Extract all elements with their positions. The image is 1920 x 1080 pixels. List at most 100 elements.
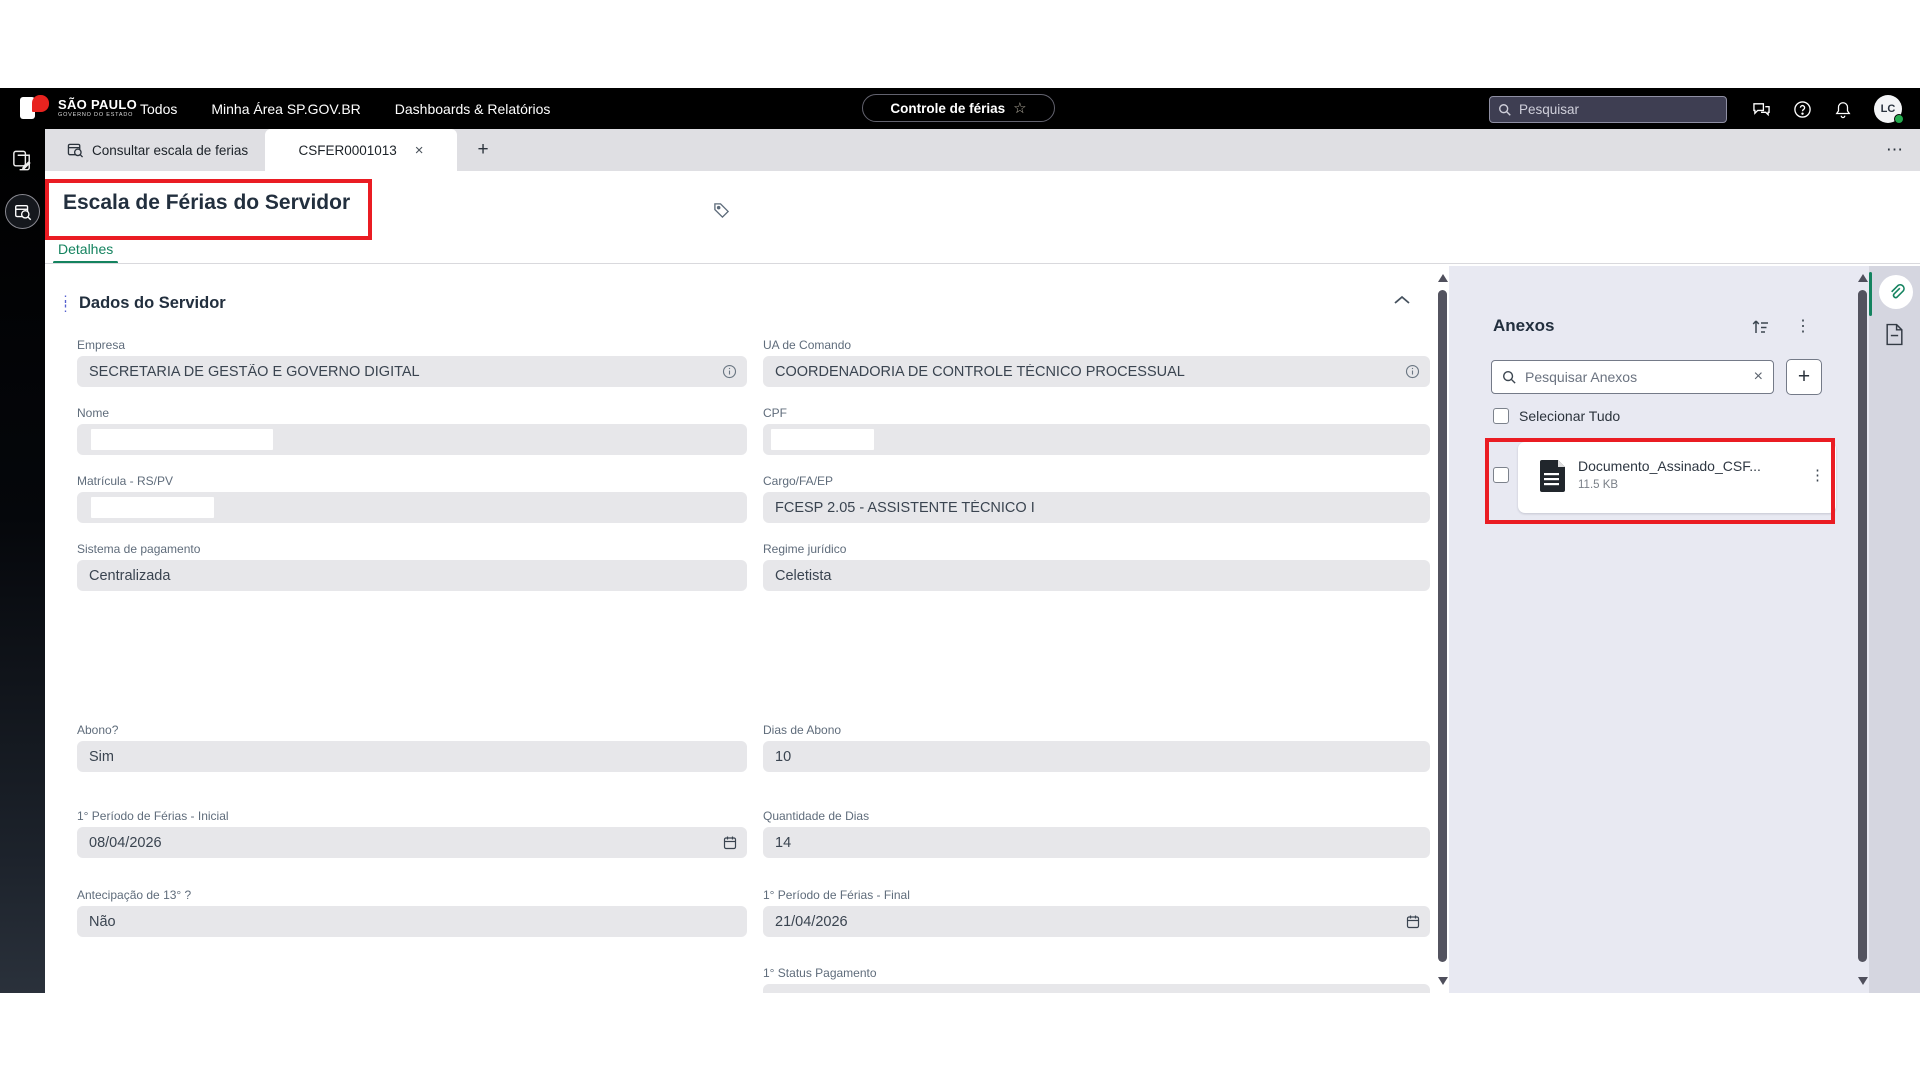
field-regime-juridico-input[interactable]: Celetista	[763, 560, 1430, 591]
field-cargo-input[interactable]: FCESP 2.05 - ASSISTENTE TÉCNICO I	[763, 492, 1430, 523]
field-label: Matrícula - RS/PV	[77, 474, 747, 488]
edit-documents-icon[interactable]	[10, 149, 35, 174]
field-dias-abono-input[interactable]: 10	[763, 741, 1430, 772]
field-quantidade-dias-input[interactable]: 14	[763, 827, 1430, 858]
clear-search-icon[interactable]: ×	[1754, 368, 1763, 386]
select-all-checkbox[interactable]	[1493, 408, 1509, 424]
calendar-icon[interactable]	[723, 835, 737, 850]
attachment-name: Documento_Assinado_CSF...	[1578, 458, 1784, 474]
field-nome-input[interactable]	[77, 424, 747, 455]
field-sistema-pagamento-input[interactable]: Centralizada	[77, 560, 747, 591]
field-label: 1° Período de Férias - Final	[763, 888, 1430, 902]
page-title: Escala de Férias do Servidor	[63, 191, 350, 215]
scroll-down-arrow[interactable]	[1438, 977, 1448, 985]
nav-item-dashboards[interactable]: Dashboards & Relatórios	[395, 101, 551, 117]
tag-icon[interactable]	[713, 202, 730, 219]
tab-label: CSFER0001013	[298, 143, 396, 158]
attachment-row-checkbox[interactable]	[1493, 467, 1509, 483]
active-panel-indicator	[1869, 272, 1872, 316]
field-label: 1° Status Pagamento	[763, 966, 1430, 980]
sort-icon[interactable]	[1751, 318, 1771, 336]
chat-icon[interactable]	[1749, 97, 1773, 121]
collapse-section-chevron-icon[interactable]	[1393, 294, 1411, 306]
attachments-scrollbar[interactable]	[1856, 266, 1869, 993]
top-header-bar: SÃO PAULO GOVERNO DO ESTADO Todos Minha …	[0, 88, 1920, 129]
field-label: Antecipação de 13° ?	[77, 888, 747, 902]
close-tab-icon[interactable]: ×	[415, 142, 424, 159]
scroll-down-arrow[interactable]	[1858, 977, 1868, 985]
attachments-paperclip-icon[interactable]	[1879, 275, 1913, 309]
help-icon[interactable]	[1790, 97, 1814, 121]
field-label: UA de Comando	[763, 338, 1430, 352]
field-abono-input[interactable]: Sim	[77, 741, 747, 772]
field-cpf-input[interactable]	[763, 424, 1430, 455]
section-drag-handle[interactable]: ⋮⋮	[59, 298, 65, 310]
scroll-up-arrow[interactable]	[1858, 274, 1868, 282]
sao-paulo-logo-icon	[20, 95, 50, 121]
field-nome: Nome	[77, 406, 747, 455]
field-cargo: Cargo/FA/EP FCESP 2.05 - ASSISTENTE TÉCN…	[763, 474, 1430, 523]
sao-paulo-logo[interactable]: SÃO PAULO GOVERNO DO ESTADO	[20, 95, 137, 121]
list-search-icon	[67, 142, 84, 158]
attachments-search-input[interactable]	[1525, 369, 1746, 385]
presence-status-dot	[1894, 114, 1904, 124]
scrollbar-thumb[interactable]	[1438, 290, 1447, 962]
field-empresa-input[interactable]: SECRETARIA DE GESTÃO E GOVERNO DIGITAL	[77, 356, 747, 387]
tab-label: Consultar escala de ferias	[92, 143, 248, 158]
field-antecipacao-13-input[interactable]: Não	[77, 906, 747, 937]
field-periodo-final: 1° Período de Férias - Final 21/04/2026	[763, 888, 1430, 937]
tab-csfer0001013[interactable]: CSFER0001013 ×	[265, 129, 457, 171]
field-periodo-inicial: 1° Período de Férias - Inicial 08/04/202…	[77, 809, 747, 858]
field-status-pagamento-input[interactable]	[763, 984, 1430, 993]
document-panel-icon[interactable]	[1884, 323, 1905, 346]
field-label: Cargo/FA/EP	[763, 474, 1430, 488]
main-scrollbar[interactable]	[1436, 266, 1449, 993]
field-label: 1° Período de Férias - Inicial	[77, 809, 747, 823]
context-pill-controle-de-ferias[interactable]: Controle de férias ☆	[862, 94, 1055, 122]
redaction-block	[91, 429, 273, 450]
attachments-menu-kebab-icon[interactable]: ⋮	[1795, 316, 1811, 336]
app-window: SÃO PAULO GOVERNO DO ESTADO Todos Minha …	[0, 88, 1920, 993]
field-matricula-input[interactable]	[77, 492, 747, 523]
context-pill-label: Controle de férias	[890, 101, 1005, 116]
global-search-input[interactable]	[1519, 102, 1699, 117]
logo-sub-text: GOVERNO DO ESTADO	[58, 113, 137, 119]
tab-overflow-menu[interactable]: ⋯	[1882, 137, 1908, 163]
redaction-block	[91, 497, 214, 518]
calendar-icon[interactable]	[1406, 914, 1420, 929]
select-all-label: Selecionar Tudo	[1519, 408, 1620, 424]
tab-detalhes[interactable]: Detalhes	[58, 241, 113, 257]
tab-consultar-escala[interactable]: Consultar escala de ferias	[53, 129, 262, 171]
global-search[interactable]	[1489, 96, 1727, 123]
attachment-menu-kebab-icon[interactable]: ⋮	[1810, 466, 1825, 484]
top-nav: Todos Minha Área SP.GOV.BR Dashboards & …	[140, 88, 550, 129]
document-file-icon	[1540, 459, 1567, 492]
add-attachment-button[interactable]: +	[1786, 359, 1822, 395]
user-avatar[interactable]: LC	[1874, 95, 1902, 123]
field-label: Abono?	[77, 723, 747, 737]
field-label: Nome	[77, 406, 747, 420]
favorite-star-icon[interactable]: ☆	[1013, 99, 1026, 117]
info-icon[interactable]	[722, 364, 737, 379]
record-search-circle-icon[interactable]	[5, 194, 40, 229]
section-title: Dados do Servidor	[79, 294, 226, 313]
notifications-bell-icon[interactable]	[1831, 97, 1855, 121]
field-sistema-pagamento: Sistema de pagamento Centralizada	[77, 542, 747, 591]
field-label: Regime jurídico	[763, 542, 1430, 556]
field-abono: Abono? Sim	[77, 723, 747, 772]
field-dias-abono: Dias de Abono 10	[763, 723, 1430, 772]
scroll-up-arrow[interactable]	[1438, 274, 1448, 282]
nav-item-minha-area[interactable]: Minha Área SP.GOV.BR	[211, 101, 360, 117]
field-periodo-inicial-input[interactable]: 08/04/2026	[77, 827, 747, 858]
field-status-pagamento: 1° Status Pagamento	[763, 966, 1430, 993]
attachment-card[interactable]: Documento_Assinado_CSF... 11.5 KB ⋮	[1518, 442, 1836, 513]
attachments-search[interactable]: ×	[1491, 360, 1774, 394]
field-periodo-final-input[interactable]: 21/04/2026	[763, 906, 1430, 937]
field-ua-de-comando-input[interactable]: COORDENADORIA DE CONTROLE TÉCNICO PROCES…	[763, 356, 1430, 387]
scrollbar-thumb[interactable]	[1858, 290, 1867, 962]
new-tab-button[interactable]: +	[470, 137, 496, 163]
divider	[45, 263, 1920, 264]
nav-item-todos[interactable]: Todos	[140, 101, 177, 117]
info-icon[interactable]	[1405, 364, 1420, 379]
field-cpf: CPF	[763, 406, 1430, 455]
